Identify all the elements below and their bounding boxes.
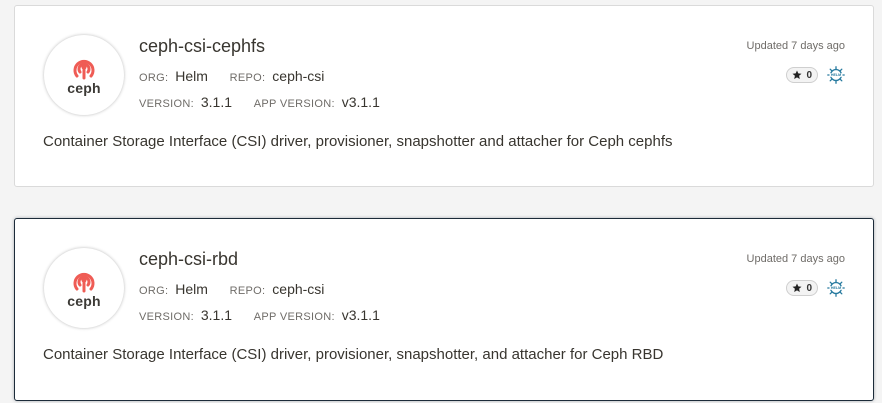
package-name[interactable]: ceph-csi-rbd: [139, 249, 238, 270]
app-version-value: v3.1.1: [341, 307, 380, 323]
ceph-logo-icon: [73, 59, 95, 80]
helm-icon: HELM: [827, 66, 845, 84]
logo-wordmark: ceph: [67, 293, 101, 309]
package-name[interactable]: ceph-csi-cephfs: [139, 36, 265, 57]
repo-label: REPO:: [229, 285, 266, 297]
package-versions: VERSION: 3.1.1 APP VERSION: v3.1.1: [139, 307, 380, 323]
org-label: ORG:: [139, 72, 169, 84]
package-card[interactable]: ceph ceph-csi-rbd ORG: Helm REPO: ceph-c…: [14, 218, 874, 401]
svg-text:HELM: HELM: [831, 73, 841, 77]
stars-badge: 0: [786, 280, 818, 296]
stars-badge: 0: [786, 67, 818, 83]
repo-label: REPO:: [229, 72, 266, 84]
app-version-label: APP VERSION:: [253, 311, 335, 323]
helm-icon: HELM: [827, 279, 845, 297]
package-description: Container Storage Interface (CSI) driver…: [43, 346, 664, 363]
package-description: Container Storage Interface (CSI) driver…: [43, 133, 673, 150]
version-value: 3.1.1: [200, 307, 232, 323]
updated-time: Updated 7 days ago: [746, 40, 845, 52]
ceph-logo-icon: [73, 272, 95, 293]
updated-time: Updated 7 days ago: [746, 253, 845, 265]
svg-text:HELM: HELM: [831, 286, 841, 290]
repo-value: ceph-csi: [272, 68, 325, 84]
star-icon: [792, 283, 802, 292]
stars-count: 0: [806, 282, 812, 294]
version-label: VERSION:: [139, 311, 194, 323]
package-card[interactable]: ceph ceph-csi-cephfs ORG: Helm REPO: cep…: [14, 5, 874, 187]
version-label: VERSION:: [139, 98, 194, 110]
package-logo: ceph: [44, 35, 124, 115]
package-org-repo: ORG: Helm REPO: ceph-csi: [139, 68, 324, 84]
package-org-repo: ORG: Helm REPO: ceph-csi: [139, 281, 324, 297]
stars-count: 0: [806, 69, 812, 81]
app-version-value: v3.1.1: [341, 94, 380, 110]
repo-value: ceph-csi: [272, 281, 325, 297]
org-value: Helm: [175, 281, 208, 297]
version-value: 3.1.1: [200, 94, 232, 110]
package-versions: VERSION: 3.1.1 APP VERSION: v3.1.1: [139, 94, 380, 110]
app-version-label: APP VERSION:: [253, 98, 335, 110]
org-label: ORG:: [139, 285, 169, 297]
logo-wordmark: ceph: [67, 80, 101, 96]
package-logo: ceph: [44, 248, 124, 328]
star-icon: [792, 70, 802, 79]
org-value: Helm: [175, 68, 208, 84]
